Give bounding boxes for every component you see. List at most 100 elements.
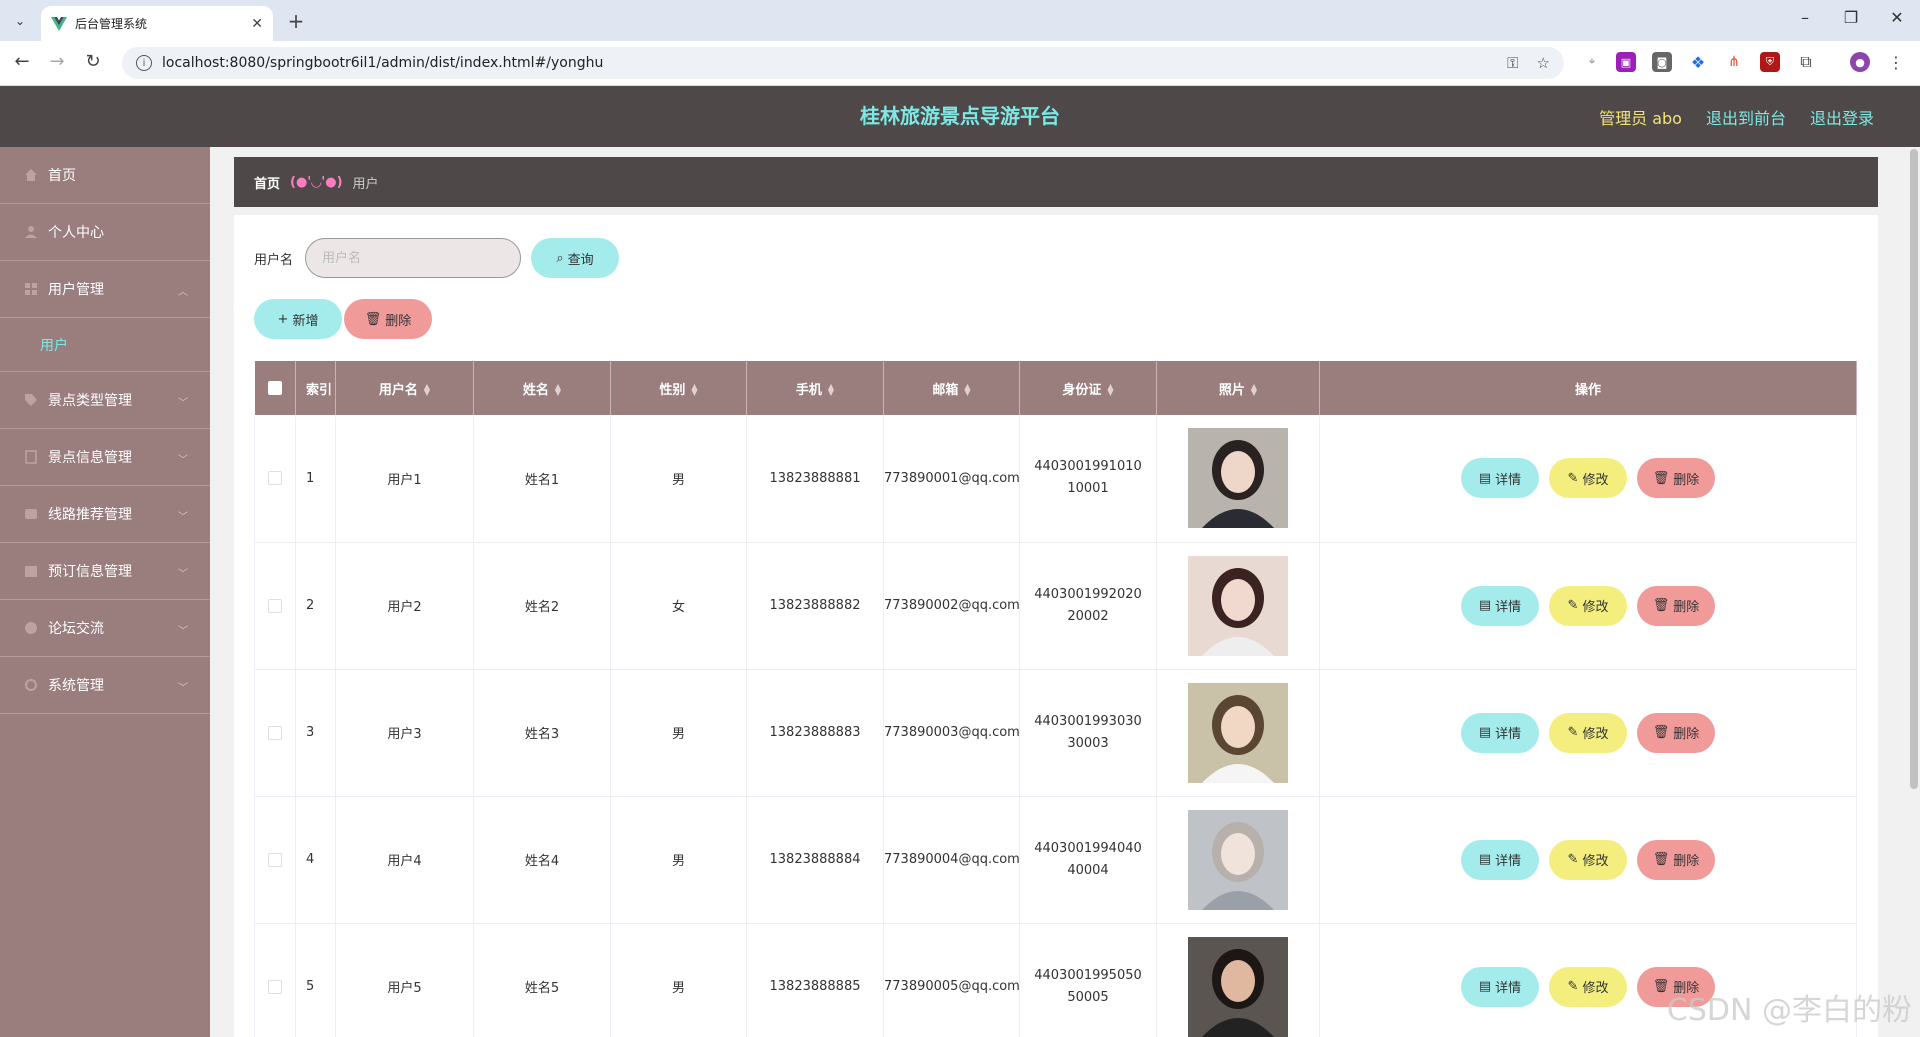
sidebar-item-user-management[interactable]: 用户管理 ︿ xyxy=(0,261,210,318)
delete-button[interactable]: 🗑 删除 xyxy=(1637,712,1715,753)
delete-button[interactable]: 🗑 删除 xyxy=(1637,585,1715,626)
sort-icon[interactable]: ▲ ▼ xyxy=(691,383,697,397)
row-checkbox[interactable] xyxy=(268,725,282,740)
password-key-icon[interactable]: ⚿ xyxy=(1507,54,1518,72)
edit-button[interactable]: ✎ 修改 xyxy=(1549,839,1627,880)
tab-close-icon[interactable]: ✕ xyxy=(251,16,263,32)
tab-search-chevron-icon[interactable]: ⌄ xyxy=(7,9,33,33)
forward-icon[interactable]: → xyxy=(44,51,70,72)
extension-layers-icon[interactable]: ❖ xyxy=(1688,52,1708,72)
col-header-idcard[interactable]: 身份证 ▲ ▼ xyxy=(1019,361,1157,415)
sort-icon[interactable]: ▲ ▼ xyxy=(964,383,970,397)
edit-icon: ✎ xyxy=(1567,852,1579,867)
exit-to-front-link[interactable]: 退出到前台 xyxy=(1706,105,1786,129)
bookmark-star-icon[interactable]: ☆ xyxy=(1537,54,1550,72)
sidebar-item-booking[interactable]: 预订信息管理 ﹀ xyxy=(0,543,210,600)
main-area: 首页 (●'◡'●) 用户 用户名 ⌕ 查询 + 新增 🗑 删除 xyxy=(210,147,1908,1037)
row-checkbox[interactable] xyxy=(268,598,282,613)
cell-index: 2 xyxy=(295,542,336,670)
delete-button[interactable]: 🗑 删除 xyxy=(1637,458,1715,499)
new-tab-icon[interactable]: + xyxy=(284,9,308,33)
sidebar-item-profile[interactable]: 个人中心 xyxy=(0,204,210,261)
sort-icon[interactable]: ▲ ▼ xyxy=(1251,383,1257,397)
detail-button[interactable]: ▤ 详情 xyxy=(1461,458,1539,499)
extension-cursor-icon[interactable]: ⌖ xyxy=(1582,52,1602,72)
cell-name: 姓名2 xyxy=(473,542,611,670)
edit-button[interactable]: ✎ 修改 xyxy=(1549,712,1627,753)
extension-network-icon[interactable]: ⋔ xyxy=(1724,52,1744,72)
col-header-name[interactable]: 姓名 ▲ ▼ xyxy=(473,361,611,415)
edit-button[interactable]: ✎ 修改 xyxy=(1549,458,1627,499)
sidebar-subitem-user[interactable]: 用户 xyxy=(0,318,210,372)
row-select-cell[interactable] xyxy=(254,923,296,1037)
col-header-photo[interactable]: 照片 ▲ ▼ xyxy=(1156,361,1320,415)
extension-game-icon[interactable]: ◙ xyxy=(1652,52,1672,72)
edit-button[interactable]: ✎ 修改 xyxy=(1549,966,1627,1007)
detail-button[interactable]: ▤ 详情 xyxy=(1461,585,1539,626)
query-button[interactable]: ⌕ 查询 xyxy=(531,238,620,278)
reload-icon[interactable]: ↻ xyxy=(80,51,106,72)
profile-avatar[interactable]: ● xyxy=(1850,52,1870,72)
user-photo[interactable] xyxy=(1188,555,1288,656)
address-bar[interactable]: i localhost:8080/springbootr6il1/admin/d… xyxy=(122,47,1564,79)
row-checkbox[interactable] xyxy=(268,979,282,994)
edit-button[interactable]: ✎ 修改 xyxy=(1549,585,1627,626)
action-row: + 新增 🗑 删除 xyxy=(254,299,432,339)
back-icon[interactable]: ← xyxy=(9,51,35,72)
logout-link[interactable]: 退出登录 xyxy=(1810,105,1874,129)
detail-button[interactable]: ▤ 详情 xyxy=(1461,712,1539,753)
sidebar-item-scenic-info[interactable]: 景点信息管理 ﹀ xyxy=(0,429,210,486)
site-info-icon[interactable]: i xyxy=(136,55,152,71)
table-row: 2 用户2 姓名2 女 13823888882 773890002@qq.com… xyxy=(254,542,1857,670)
sidebar-item-label: 景点信息管理 xyxy=(48,450,132,466)
extension-shield-icon[interactable]: ⛨ xyxy=(1760,52,1780,72)
col-header-phone[interactable]: 手机 ▲ ▼ xyxy=(746,361,884,415)
sidebar-item-scenic-type[interactable]: 景点类型管理 ﹀ xyxy=(0,372,210,429)
user-photo[interactable] xyxy=(1188,428,1288,529)
url-text[interactable]: localhost:8080/springbootr6il1/admin/dis… xyxy=(162,55,1489,71)
sidebar-item-home[interactable]: 首页 xyxy=(0,147,210,204)
scrollbar-thumb[interactable] xyxy=(1910,149,1918,789)
col-header-label: 性别 xyxy=(659,382,686,398)
sort-icon[interactable]: ▲ ▼ xyxy=(555,383,561,397)
user-photo[interactable] xyxy=(1188,809,1288,910)
page-scrollbar[interactable] xyxy=(1908,147,1920,1037)
col-header-username[interactable]: 用户名 ▲ ▼ xyxy=(335,361,474,415)
cell-index: 5 xyxy=(295,923,336,1037)
table-row: 3 用户3 姓名3 男 13823888883 773890003@qq.com… xyxy=(254,669,1857,797)
col-header-email[interactable]: 邮箱 ▲ ▼ xyxy=(883,361,1020,415)
sidebar-item-route[interactable]: 线路推荐管理 ﹀ xyxy=(0,486,210,543)
detail-button[interactable]: ▤ 详情 xyxy=(1461,966,1539,1007)
detail-button[interactable]: ▤ 详情 xyxy=(1461,839,1539,880)
sidebar-item-system[interactable]: 系统管理 ﹀ xyxy=(0,657,210,714)
extension-app-icon[interactable]: ▣ xyxy=(1616,52,1636,72)
browser-tab[interactable]: 后台管理系统 ✕ xyxy=(41,6,273,41)
sort-icon[interactable]: ▲ ▼ xyxy=(828,383,834,397)
extensions-puzzle-icon[interactable]: ⧉ xyxy=(1796,52,1816,72)
select-all-cell[interactable] xyxy=(254,361,296,415)
batch-delete-button[interactable]: 🗑 删除 xyxy=(344,299,432,339)
row-select-cell[interactable] xyxy=(254,669,296,797)
delete-button[interactable]: 🗑 删除 xyxy=(1637,839,1715,880)
close-window-icon[interactable]: ✕ xyxy=(1882,8,1912,27)
col-header-label: 照片 xyxy=(1218,382,1245,398)
browser-menu-icon[interactable]: ⋮ xyxy=(1886,52,1906,72)
row-select-cell[interactable] xyxy=(254,796,296,924)
select-all-checkbox[interactable] xyxy=(267,381,282,395)
calendar-icon xyxy=(25,566,37,577)
sidebar-item-forum[interactable]: 论坛交流 ﹀ xyxy=(0,600,210,657)
user-photo[interactable] xyxy=(1188,682,1288,783)
breadcrumb-home[interactable]: 首页 xyxy=(254,173,280,192)
sort-icon[interactable]: ▲ ▼ xyxy=(1107,383,1113,397)
restore-icon[interactable]: ❐ xyxy=(1836,8,1866,27)
row-select-cell[interactable] xyxy=(254,542,296,670)
minimize-icon[interactable]: – xyxy=(1790,8,1820,27)
row-checkbox[interactable] xyxy=(268,852,282,867)
username-search-input[interactable] xyxy=(305,238,522,278)
add-button[interactable]: + 新增 xyxy=(254,299,342,339)
sort-icon[interactable]: ▲ ▼ xyxy=(424,383,430,397)
user-photo[interactable] xyxy=(1188,936,1288,1037)
row-select-cell[interactable] xyxy=(254,415,296,543)
row-checkbox[interactable] xyxy=(268,471,282,486)
col-header-gender[interactable]: 性别 ▲ ▼ xyxy=(610,361,747,415)
